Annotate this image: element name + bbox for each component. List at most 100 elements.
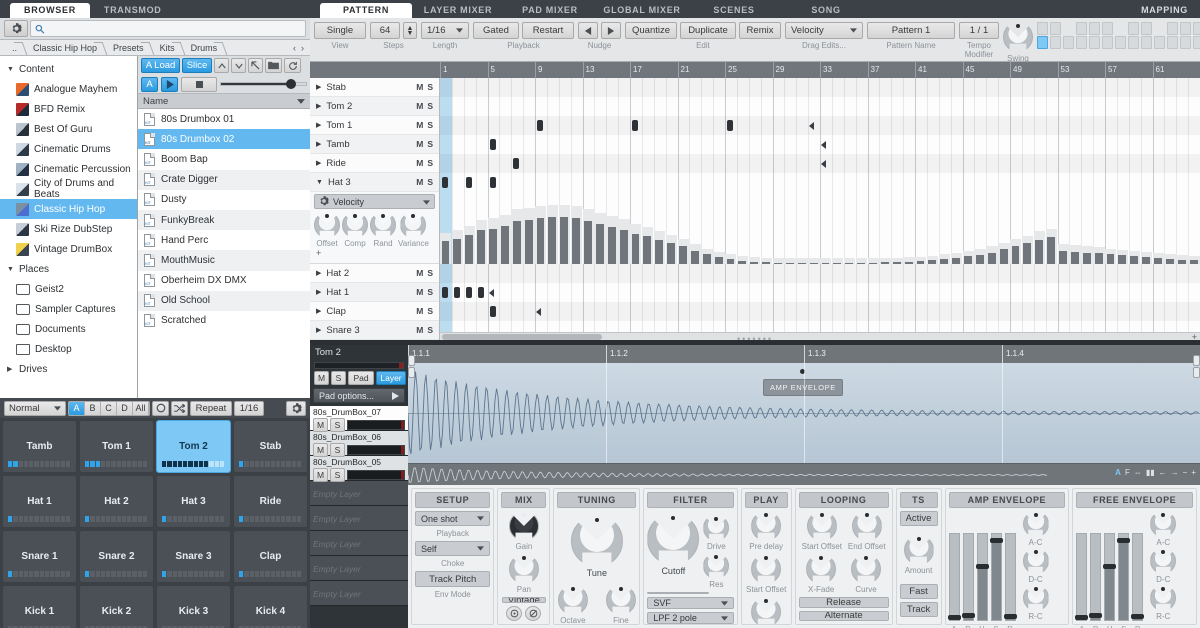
keymap-black-key[interactable] <box>1115 22 1126 35</box>
search-input[interactable] <box>48 23 301 34</box>
file-list-item[interactable]: Scratched <box>138 311 310 331</box>
duplicate-button[interactable]: Duplicate <box>680 22 736 39</box>
keymap-white-key[interactable] <box>1141 36 1152 49</box>
play-icon[interactable] <box>161 76 178 92</box>
pad-hat-3[interactable]: Hat 3 <box>156 475 231 528</box>
step-note[interactable] <box>489 177 496 188</box>
layer-mute-button[interactable]: M <box>313 468 328 482</box>
pre-delay-knob[interactable]: Pre delay <box>749 511 783 551</box>
keymap-white-key[interactable] <box>1167 36 1178 49</box>
tune-knob[interactable]: Tune <box>570 515 623 578</box>
wave-tool-4[interactable]: ← <box>1159 468 1167 477</box>
keymap-black-key[interactable] <box>1141 22 1152 35</box>
lane-mute-solo[interactable]: MS <box>416 177 439 187</box>
keymap-white-key[interactable] <box>1050 36 1061 49</box>
steps-value[interactable]: 64 <box>370 22 400 39</box>
lane-mute-solo[interactable]: MS <box>416 101 439 111</box>
expand-arrow-icon[interactable]: ▶ <box>316 326 321 334</box>
velocity-bar[interactable] <box>584 220 592 264</box>
pad-snare-2[interactable]: Snare 2 <box>79 530 154 583</box>
grid-horizontal-scrollbar[interactable]: + <box>440 332 1200 340</box>
keymap-black-key[interactable] <box>1102 22 1113 35</box>
env-knob-r-c[interactable]: R-C <box>1150 585 1177 621</box>
lane-solo-button[interactable]: S <box>427 120 433 130</box>
velocity-bar[interactable] <box>1070 251 1079 264</box>
breadcrumb-next-icon[interactable]: › <box>301 43 304 53</box>
swing-knob-icon[interactable] <box>1003 22 1033 52</box>
expand-arrow-icon[interactable]: ▶ <box>316 307 321 315</box>
velocity-bar[interactable] <box>1035 239 1044 264</box>
pad-bank-B[interactable]: B <box>85 401 101 415</box>
layer-row-2[interactable]: 80s_DrumBox_05 M S <box>310 456 408 482</box>
view-select[interactable]: Single <box>314 22 366 39</box>
pattern-tab-2[interactable]: PAD MIXER <box>504 3 596 18</box>
pad-bank-All[interactable]: All <box>133 401 149 415</box>
expand-arrow-icon[interactable]: ▶ <box>316 140 321 148</box>
velocity-bar[interactable] <box>500 225 509 264</box>
layer-row-7[interactable]: Empty Layer <box>310 581 408 606</box>
env-slider-handle[interactable] <box>1131 614 1145 620</box>
lane-solo-button[interactable]: S <box>427 287 433 297</box>
wave-tool-1[interactable]: F <box>1125 468 1130 477</box>
file-list-header[interactable]: Name <box>138 94 310 109</box>
velocity-bar[interactable] <box>1142 256 1150 264</box>
lane-mute-solo[interactable]: MS <box>416 158 439 168</box>
velocity-bar[interactable] <box>453 238 462 264</box>
velocity-bar[interactable] <box>999 249 1008 264</box>
velocity-bar[interactable] <box>1094 253 1103 264</box>
expand-arrow-icon[interactable]: ▶ <box>316 121 321 129</box>
env-knob-d-c[interactable]: D-C <box>1150 548 1177 584</box>
env-slider-handle[interactable] <box>1117 537 1131 543</box>
pad-settings-gear-icon[interactable] <box>286 400 306 416</box>
lane-mute-button[interactable]: M <box>416 306 423 316</box>
layer-row-5[interactable]: Empty Layer <box>310 531 408 556</box>
pad-bank-A[interactable]: A <box>69 401 85 415</box>
ts-track-button[interactable]: Track <box>899 602 938 617</box>
tree-item-2[interactable]: BFD Remix <box>0 99 137 119</box>
pattern-tab-5[interactable]: SONG <box>780 3 872 18</box>
gain-knob[interactable]: Gain <box>508 511 539 551</box>
tree-group-drives[interactable]: ▶ Drives <box>0 359 137 379</box>
pad-kick-2[interactable]: Kick 2 <box>79 585 154 628</box>
choke-select[interactable]: Self <box>415 541 491 556</box>
vintage-button[interactable]: Vintage <box>501 597 546 603</box>
tree-item-3[interactable]: Best Of Guru <box>0 119 137 139</box>
lane-header-tom-1[interactable]: ▶ Tom 1 MS <box>310 116 439 135</box>
lane-solo-button[interactable]: S <box>427 306 433 316</box>
breadcrumb-nav[interactable]: ‹ › <box>293 43 310 53</box>
velocity-bar[interactable] <box>595 223 604 264</box>
layer-row-3[interactable]: Empty Layer <box>310 481 408 506</box>
pad-kick-4[interactable]: Kick 4 <box>233 585 308 628</box>
pad-bank-selector[interactable]: A B C D All <box>68 400 150 416</box>
refresh-icon[interactable] <box>284 58 301 73</box>
lane-header-clap[interactable]: ▶ Clap M S <box>310 302 439 321</box>
layer-row-4[interactable]: Empty Layer <box>310 506 408 531</box>
waveform-display[interactable]: AMP ENVELOPE <box>407 355 1200 463</box>
file-list-item[interactable]: 80s Drumbox 01 <box>138 109 310 129</box>
lane-mute-solo[interactable]: MS <box>416 287 439 297</box>
free-envelope-sliders[interactable]: A-C D-C R-C <box>1075 511 1193 621</box>
velocity-bar[interactable] <box>1082 252 1091 264</box>
env-slider-H[interactable] <box>1103 533 1117 621</box>
fine-knob[interactable]: Fine <box>605 585 636 625</box>
layer-mute-button[interactable]: M <box>313 443 328 457</box>
pad-clap[interactable]: Clap <box>233 530 308 583</box>
file-list-item[interactable]: Old School <box>138 290 310 311</box>
lane-solo-button[interactable]: S <box>427 101 433 111</box>
env-slider-R[interactable] <box>1003 533 1017 621</box>
tree-item-7[interactable]: Classic Hip Hop <box>0 199 137 219</box>
play-end-offset-knob[interactable]: End Offset <box>747 597 785 628</box>
layer-row-1[interactable]: 80s_DrumBox_06 M S <box>310 431 408 457</box>
velocity-bar[interactable] <box>667 242 675 264</box>
layer-mute-button[interactable]: M <box>313 418 328 432</box>
audition-volume-slider[interactable] <box>220 77 307 92</box>
velocity-bar[interactable] <box>1011 246 1020 264</box>
velocity-bar[interactable] <box>1106 254 1115 264</box>
pad-tamb[interactable]: Tamb <box>2 420 77 473</box>
velocity-bar[interactable] <box>1059 250 1067 264</box>
keymap-white-key[interactable] <box>1128 36 1139 49</box>
velocity-bar[interactable] <box>1130 256 1139 264</box>
pad-tom-1[interactable]: Tom 1 <box>79 420 154 473</box>
velocity-bar[interactable] <box>1118 255 1127 264</box>
gated-button[interactable]: Gated <box>473 22 519 39</box>
